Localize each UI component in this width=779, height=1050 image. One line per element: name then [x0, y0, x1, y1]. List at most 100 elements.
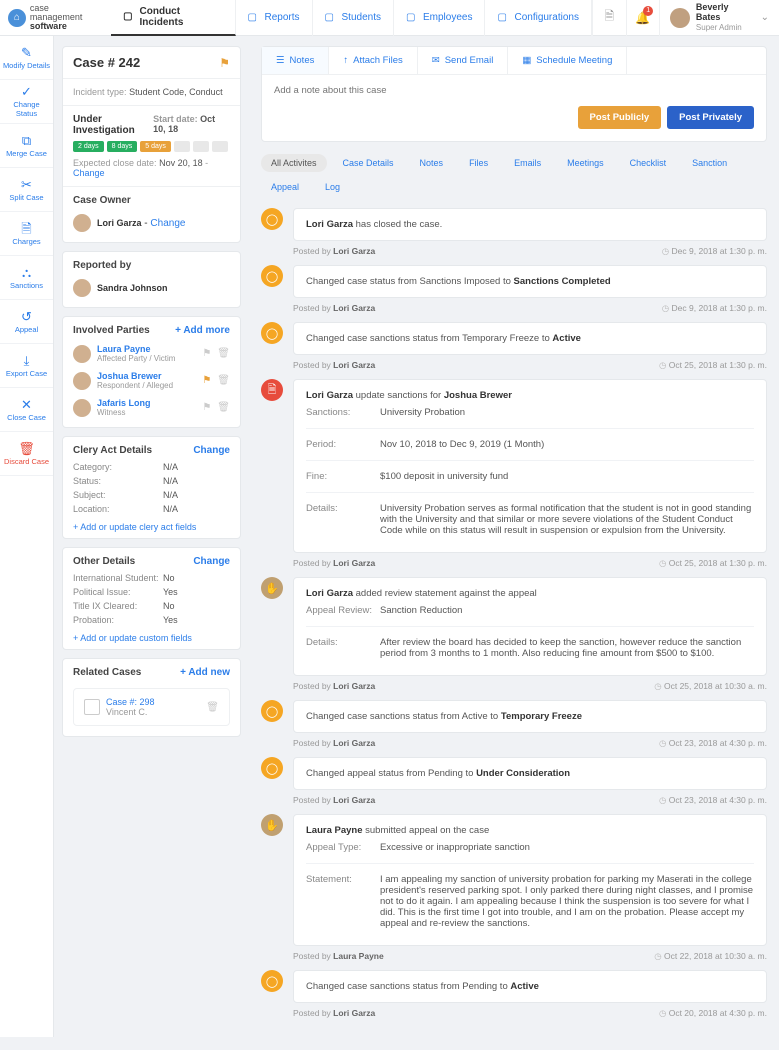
duration-pill: 8 days	[107, 141, 138, 152]
compose-tab-notes[interactable]: ☰Notes	[262, 47, 329, 74]
rail-export-case[interactable]: ⤓Export Case	[0, 344, 53, 388]
change-other[interactable]: Change	[193, 556, 230, 567]
avatar	[670, 8, 690, 28]
feed-item: ◯Changed case sanctions status from Acti…	[261, 700, 767, 749]
feed-item: ◯Changed appeal status from Pending to U…	[261, 757, 767, 806]
activity-icon: ✋	[261, 577, 283, 599]
case-sidebar: Case # 242 ⚑ Incident type: Student Code…	[54, 36, 249, 1037]
trash-icon[interactable]: 🗑	[217, 375, 230, 386]
rail-icon: 🗑	[18, 442, 35, 455]
activity-icon: ◯	[261, 322, 283, 344]
filter-log[interactable]: Log	[315, 178, 350, 196]
activity-icon: ◯	[261, 757, 283, 779]
nav-conduct-incidents[interactable]: ▢Conduct Incidents	[111, 0, 235, 36]
rail-icon: ⤓	[24, 354, 30, 367]
rail-icon: 🗎	[21, 222, 31, 235]
change-clery[interactable]: Change	[193, 445, 230, 456]
add-clery-fields[interactable]: + Add or update clery act fields	[63, 516, 240, 538]
filter-checklist[interactable]: Checklist	[620, 154, 677, 172]
party-name[interactable]: Joshua Brewer	[97, 371, 173, 381]
rail-split-case[interactable]: ✂Split Case	[0, 168, 53, 212]
filter-emails[interactable]: Emails	[504, 154, 551, 172]
tab-icon: ☰	[276, 55, 285, 66]
flag-icon[interactable]: ⚑	[202, 348, 211, 359]
rail-icon: ✓	[21, 85, 32, 98]
compose-tab-attach-files[interactable]: ↑Attach Files	[329, 47, 417, 74]
case-number: Case # 242	[73, 55, 140, 70]
action-rail: ✎Modify Details✓Change Status⧉Merge Case…	[0, 36, 54, 1037]
nav-configurations[interactable]: ▢Configurations	[485, 0, 591, 36]
rail-charges[interactable]: 🗎Charges	[0, 212, 53, 256]
activity-icon: ◯	[261, 700, 283, 722]
rail-icon: ✕	[21, 398, 32, 411]
activity-icon: ◯	[261, 208, 283, 230]
document-icon	[84, 699, 100, 715]
feed-item: ◯Changed case sanctions status from Pend…	[261, 970, 767, 1019]
flag-icon[interactable]: ⚑	[202, 375, 211, 386]
rail-sanctions[interactable]: ⛬Sanctions	[0, 256, 53, 300]
filter-case-details[interactable]: Case Details	[333, 154, 404, 172]
user-name: Beverly Bates	[696, 3, 755, 23]
flag-icon[interactable]: ⚑	[202, 402, 211, 413]
involved-party: Jafaris LongWitness⚑🗑	[63, 394, 240, 421]
add-custom-fields[interactable]: + Add or update custom fields	[63, 627, 240, 649]
party-name[interactable]: Jafaris Long	[97, 398, 151, 408]
filter-appeal[interactable]: Appeal	[261, 178, 309, 196]
filter-all-activites[interactable]: All Activites	[261, 154, 327, 172]
add-party[interactable]: + Add more	[175, 325, 230, 336]
activity-icon: ◯	[261, 265, 283, 287]
filter-sanction[interactable]: Sanction	[682, 154, 737, 172]
compose-tab-schedule-meeting[interactable]: ▦Schedule Meeting	[508, 47, 627, 74]
trash-icon[interactable]: 🗑	[217, 348, 230, 359]
nav-students[interactable]: ▢Students	[313, 0, 394, 36]
duration-pill: 2 days	[73, 141, 104, 152]
clipboard-icon[interactable]: 🗎	[592, 0, 626, 36]
compose-tab-send-email[interactable]: ✉Send Email	[418, 47, 509, 74]
involved-party: Laura PayneAffected Party / Victim⚑🗑	[63, 340, 240, 367]
rail-appeal[interactable]: ↺Appeal	[0, 300, 53, 344]
related-case[interactable]: Case #: 298 Vincent C. 🗑	[73, 688, 230, 726]
add-related[interactable]: + Add new	[180, 667, 230, 678]
post-privately-button[interactable]: Post Privately	[667, 106, 754, 129]
brand[interactable]: ⌂ case managementsoftware	[0, 4, 111, 31]
rail-change-status[interactable]: ✓Change Status	[0, 80, 53, 124]
feed-item: 🗎Lori Garza update sanctions for Joshua …	[261, 379, 767, 569]
tab-icon: ▦	[522, 55, 531, 66]
rail-modify-details[interactable]: ✎Modify Details	[0, 36, 53, 80]
nav-employees[interactable]: ▢Employees	[394, 0, 485, 36]
avatar	[73, 345, 91, 363]
nav-icon: ▢	[325, 12, 337, 24]
change-owner[interactable]: Change	[150, 218, 185, 229]
avatar	[73, 279, 91, 297]
notifications-icon[interactable]: 🔔1	[626, 0, 660, 36]
nav-icon: ▢	[406, 12, 418, 24]
note-input[interactable]	[274, 85, 754, 96]
feed-item: ✋Laura Payne submitted appeal on the cas…	[261, 814, 767, 962]
rail-merge-case[interactable]: ⧉Merge Case	[0, 124, 53, 168]
user-menu[interactable]: Beverly Bates Super Admin ⌄	[659, 0, 779, 36]
trash-icon[interactable]: 🗑	[206, 702, 219, 713]
filter-meetings[interactable]: Meetings	[557, 154, 614, 172]
rail-icon: ↺	[21, 310, 32, 323]
chevron-down-icon: ⌄	[761, 12, 769, 23]
filter-notes[interactable]: Notes	[410, 154, 454, 172]
change-close-date[interactable]: Change	[73, 168, 105, 178]
filter-files[interactable]: Files	[459, 154, 498, 172]
post-publicly-button[interactable]: Post Publicly	[578, 106, 662, 129]
main-content: ☰Notes↑Attach Files✉Send Email▦Schedule …	[249, 36, 779, 1037]
involved-party: Joshua BrewerRespondent / Alleged⚑🗑	[63, 367, 240, 394]
flag-icon[interactable]: ⚑	[219, 56, 230, 70]
status-label: Under Investigation	[73, 114, 153, 136]
feed-item: ◯Lori Garza has closed the case.Posted b…	[261, 208, 767, 257]
activity-icon: 🗎	[261, 379, 283, 401]
nav-reports[interactable]: ▢Reports	[236, 0, 313, 36]
nav-icon: ▢	[248, 12, 260, 24]
party-name[interactable]: Laura Payne	[97, 344, 175, 354]
top-nav: ⌂ case managementsoftware ▢Conduct Incid…	[0, 0, 779, 36]
trash-icon[interactable]: 🗑	[217, 402, 230, 413]
rail-icon: ✎	[21, 46, 32, 59]
rail-close-case[interactable]: ✕Close Case	[0, 388, 53, 432]
rail-discard-case[interactable]: 🗑Discard Case	[0, 432, 53, 476]
avatar	[73, 214, 91, 232]
tab-icon: ✉	[432, 55, 440, 66]
